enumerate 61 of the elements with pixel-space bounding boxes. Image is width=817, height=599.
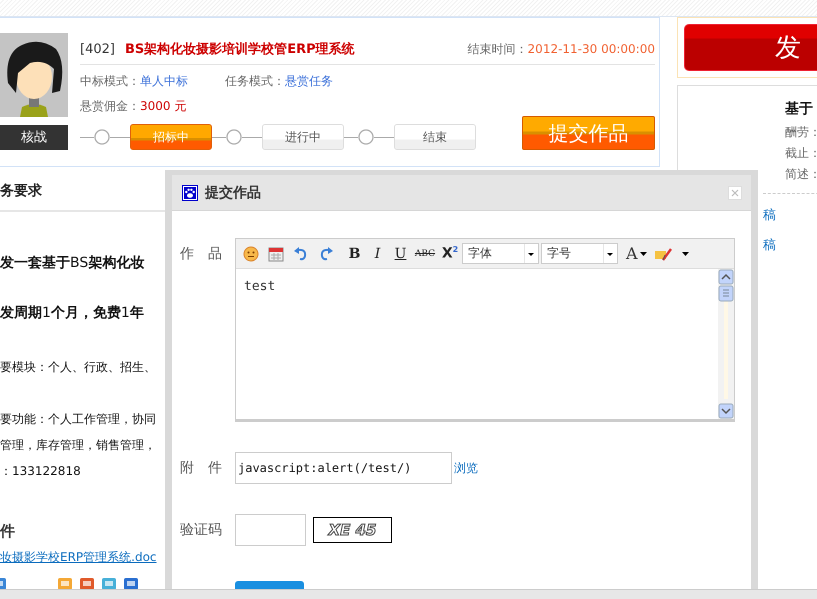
field-label: 验证码 [180, 521, 223, 539]
field-label: 酬劳： [785, 124, 817, 141]
field-label: 附 件 [180, 459, 223, 477]
field-value[interactable]: 单人中标 [140, 74, 188, 88]
dropdown[interactable]: 字号 [541, 243, 618, 264]
share-icon[interactable] [58, 578, 72, 590]
redo-icon[interactable] [318, 246, 334, 262]
dropdown[interactable]: 字体 [462, 243, 539, 264]
paragraph: 要模块：个人、行政、招生、 [0, 359, 156, 376]
paragraph: 要功能：个人工作管理，协同 [0, 411, 156, 428]
task-id: [402] [80, 42, 115, 57]
file-link[interactable]: 妆摄影学校ERP管理系统.doc [0, 549, 157, 566]
field-label: 作 品 [180, 245, 223, 263]
captcha-field[interactable] [235, 514, 306, 546]
editor-text: test [243, 278, 276, 294]
field-label: 截止： [785, 145, 817, 162]
card-title: 基于 [785, 100, 814, 118]
undo-icon[interactable] [293, 246, 309, 262]
progress-step: 进行中 [262, 124, 344, 150]
rich-text-editor[interactable]: B I U ABC X$^{2}$ 字体 字号 A test [235, 238, 735, 422]
smiley-icon[interactable] [243, 246, 259, 262]
paragraph: ：133122818 [0, 463, 81, 480]
field-label: 中标模式： [80, 74, 140, 88]
task-title: BS架构化妆摄影培训学校管ERP理系统 [124, 42, 355, 57]
share-icon[interactable] [102, 578, 116, 590]
field-label: 任务模式： [225, 74, 285, 88]
paragraph: 管理，库存管理，销售管理， [0, 437, 156, 454]
format-button[interactable]: ABC [412, 244, 438, 264]
format-button[interactable]: U [389, 244, 412, 264]
calendar-icon[interactable] [268, 246, 284, 262]
field-value[interactable]: 悬赏任务 [285, 74, 333, 88]
progress-step: 结束 [394, 124, 476, 150]
link[interactable]: 稿 [763, 206, 776, 224]
close-icon[interactable] [728, 186, 742, 200]
horizontal-scrollbar[interactable] [0, 589, 817, 599]
font-color-button[interactable]: A [620, 244, 640, 263]
end-time-label: 结束时间： [468, 42, 528, 56]
share-icon[interactable] [124, 578, 138, 590]
format-button[interactable]: B [343, 244, 366, 264]
caret-icon [682, 252, 689, 256]
paw-icon [182, 184, 198, 200]
captcha-image[interactable]: XE 45 [313, 517, 392, 543]
field-value: 3000 元 [140, 98, 186, 112]
format-button[interactable]: X$^{2}$ [438, 244, 462, 264]
dialog-title: 提交作品 [205, 184, 262, 202]
paragraph: 发一套基于BS架构化妆 [0, 254, 144, 272]
paragraph: 发周期1个月，免费1年 [0, 304, 144, 322]
link[interactable]: 稿 [763, 236, 776, 254]
field-label: 简述： [785, 166, 817, 183]
progress-step: 招标中 [130, 124, 212, 150]
caret-icon [640, 252, 647, 256]
share-icon[interactable] [80, 578, 94, 590]
browse-link[interactable]: 浏览 [454, 460, 478, 476]
file-path-field[interactable]: javascript:alert(/test/) [235, 452, 452, 484]
field-label: 悬赏佣金： [80, 98, 140, 112]
format-button[interactable]: I [366, 244, 389, 264]
username: 核战 [0, 125, 68, 150]
end-time-value: 2012-11-30 00:00:00 [528, 42, 655, 56]
scrollbar[interactable] [718, 269, 734, 419]
publish-button[interactable]: 发 [684, 24, 817, 71]
highlighter-icon[interactable] [654, 246, 673, 262]
